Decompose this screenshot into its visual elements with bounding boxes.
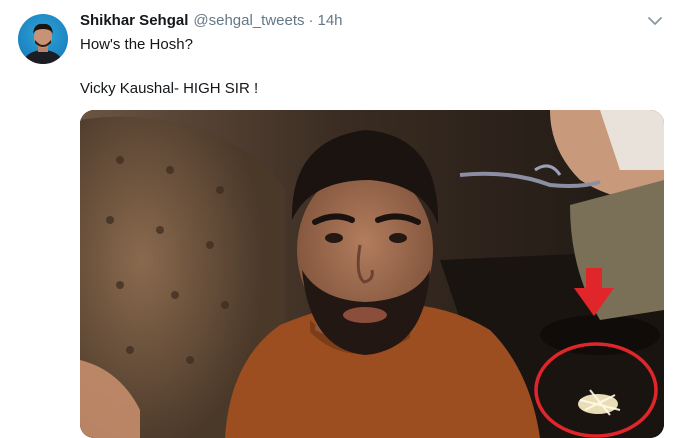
tweet-menu-button[interactable]: [646, 12, 664, 30]
author-name[interactable]: Shikhar Sehgal: [80, 12, 188, 29]
tweet-text-line-1: How's the Hosh?: [80, 36, 193, 53]
avatar[interactable]: [18, 14, 68, 64]
tweet-media[interactable]: [80, 110, 664, 438]
chevron-down-icon: [648, 17, 662, 25]
avatar-icon: [23, 23, 63, 64]
header-separator: ·: [308, 12, 314, 29]
author-handle[interactable]: @sehgal_tweets: [193, 12, 304, 29]
video-frame-image: [80, 110, 664, 438]
tweet-timestamp[interactable]: 14h: [318, 12, 343, 29]
tweet-text-line-2: Vicky Kaushal- HIGH SIR !: [80, 80, 259, 97]
tweet-card[interactable]: Shikhar Sehgal @sehgal_tweets · 14h How'…: [0, 0, 676, 438]
tweet-header: Shikhar Sehgal @sehgal_tweets · 14h: [80, 12, 343, 34]
